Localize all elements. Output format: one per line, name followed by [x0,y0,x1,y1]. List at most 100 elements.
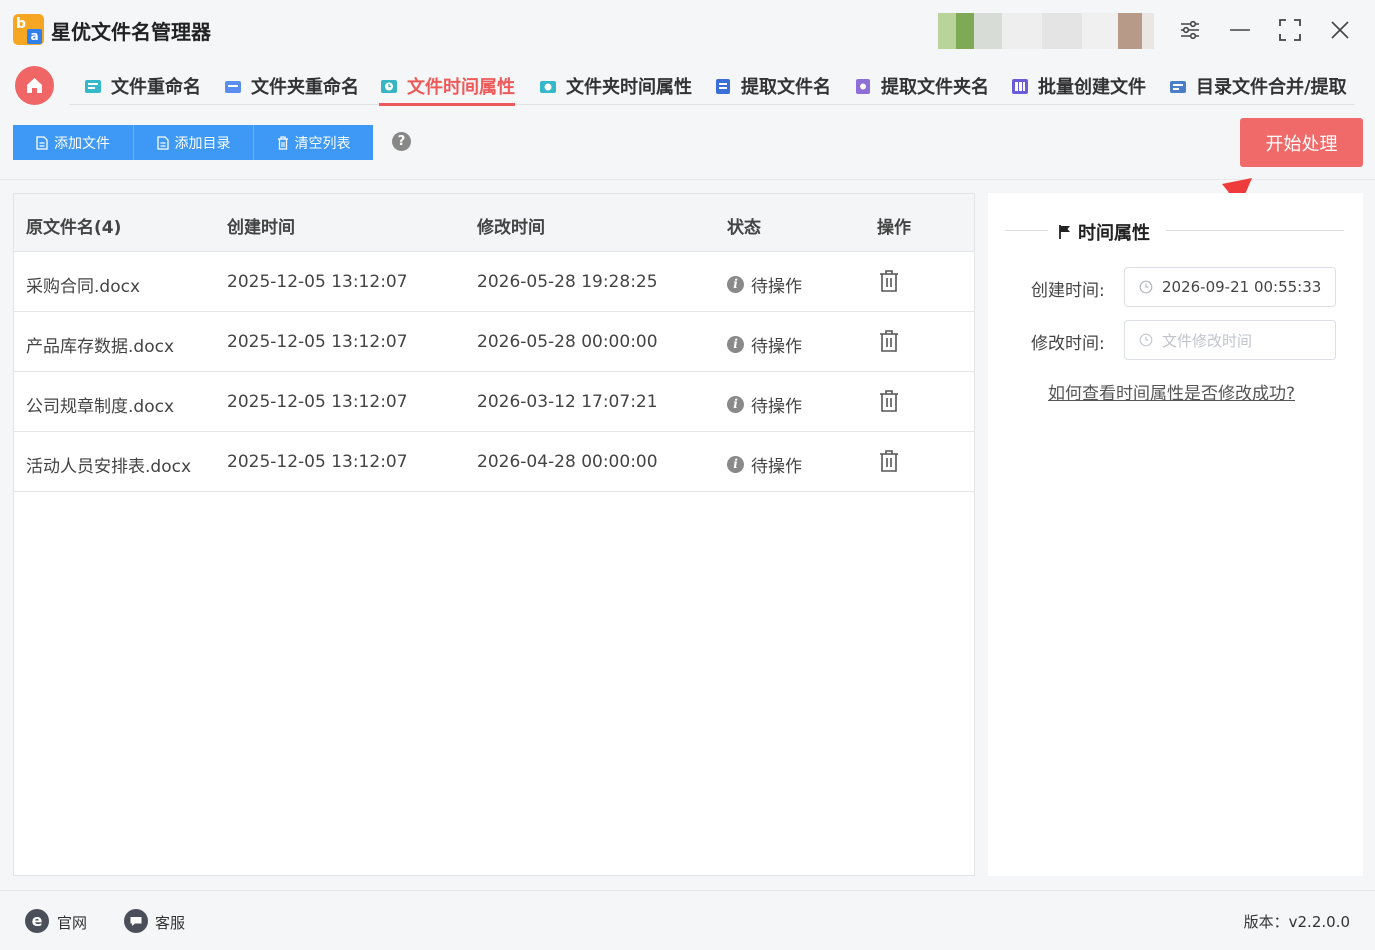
tab-extract-filename[interactable]: 提取文件名 [713,68,831,104]
website-link[interactable]: 官网 [57,912,87,933]
start-process-button[interactable]: 开始处理 [1240,118,1363,167]
modify-time-label: 修改时间: [1031,334,1105,354]
add-file-icon [36,135,48,150]
cell-filename: 产品库存数据.docx [26,337,175,357]
file-button-group: 添加文件 添加目录 清空列表 [13,125,373,160]
tab-label: 提取文件名 [741,77,831,98]
panel-title-text: 时间属性 [1078,223,1150,244]
support-link[interactable]: 客服 [155,912,185,933]
logo-letter-a: a [27,29,42,44]
folder-rename-icon [225,81,241,93]
add-dir-icon [156,135,169,150]
create-time-value: 2026-09-21 00:55:33 [1162,278,1322,296]
cell-filename: 公司规章制度.docx [26,397,175,417]
cell-status: i 待操作 [727,332,802,357]
create-time-input[interactable]: 2026-09-21 00:55:33 [1124,267,1336,307]
file-time-icon [381,80,397,93]
cell-status: i 待操作 [727,272,802,297]
header-modified: 修改时间 [477,218,545,238]
extract-foldername-icon [856,79,870,94]
cell-filename: 活动人员安排表.docx [26,457,192,477]
cell-created: 2025-12-05 13:12:07 [227,452,408,472]
maximize-icon[interactable] [1276,16,1304,44]
cell-modified: 2026-05-28 00:00:00 [477,332,658,352]
extract-filename-icon [716,79,730,94]
add-file-button[interactable]: 添加文件 [13,125,134,160]
cell-created: 2025-12-05 13:12:07 [227,272,408,292]
dir-merge-icon [1170,81,1186,93]
app-title: 星优文件名管理器 [51,20,211,44]
batch-create-icon [1012,79,1028,94]
minimize-icon[interactable] [1226,16,1254,44]
cell-modified: 2026-05-28 19:28:25 [477,272,658,292]
table-header: 原文件名(4) 创建时间 修改时间 状态 操作 [14,194,974,252]
clock-icon [1139,280,1153,294]
footer: e 官网 客服 版本：v2.2.0.0 [0,890,1375,950]
add-dir-button[interactable]: 添加目录 [134,125,254,160]
user-avatar-blurred[interactable] [938,13,1154,49]
home-icon[interactable] [15,66,54,105]
clear-list-label: 清空列表 [294,135,351,152]
panel-title: 时间属性 [1058,219,1150,245]
file-rename-icon [85,80,101,93]
info-icon: i [727,336,744,353]
delete-icon[interactable] [878,269,900,293]
tab-folder-time[interactable]: 文件夹时间属性 [538,68,692,104]
cell-created: 2025-12-05 13:12:07 [227,332,408,352]
header-filename: 原文件名(4) [26,218,122,238]
tab-dir-merge[interactable]: 目录文件合并/提取 [1168,68,1347,104]
delete-icon[interactable] [878,389,900,413]
status-text: 待操作 [751,277,802,297]
clear-list-button[interactable]: 清空列表 [254,125,373,160]
table-row[interactable]: 采购合同.docx 2025-12-05 13:12:07 2026-05-28… [14,252,974,312]
info-icon: i [727,396,744,413]
add-dir-label: 添加目录 [174,135,231,152]
app-logo-icon: b a [13,14,44,45]
help-link[interactable]: 如何查看时间属性是否修改成功? [1048,379,1295,404]
divider [1005,230,1048,231]
add-file-label: 添加文件 [54,135,110,152]
nav-divider [69,104,1355,105]
tab-label: 文件夹时间属性 [566,77,692,98]
modify-time-input[interactable]: 文件修改时间 [1124,320,1336,360]
website-icon[interactable]: e [25,909,49,933]
folder-time-icon [540,81,556,93]
create-time-label: 创建时间: [1031,281,1105,301]
table-row[interactable]: 公司规章制度.docx 2025-12-05 13:12:07 2026-03-… [14,372,974,432]
delete-icon[interactable] [878,329,900,353]
main-nav: 文件重命名 文件夹重命名 文件时间属性 文件夹时间属性 提取文件名 提取文件夹名… [0,60,1375,110]
close-icon[interactable] [1326,16,1354,44]
header-action: 操作 [877,218,911,238]
tab-label: 提取文件夹名 [881,77,989,98]
version-label: 版本：v2.2.0.0 [1243,913,1350,931]
cell-modified: 2026-03-12 17:07:21 [477,392,658,412]
logo-letter-b: b [16,16,27,32]
tab-folder-rename[interactable]: 文件夹重命名 [223,68,359,104]
delete-icon[interactable] [878,449,900,473]
help-icon[interactable]: ? [392,132,411,151]
header-created: 创建时间 [227,218,295,238]
settings-icon[interactable] [1176,16,1204,44]
clock-icon [1139,333,1153,347]
cell-modified: 2026-04-28 00:00:00 [477,452,658,472]
info-icon: i [727,456,744,473]
table-row[interactable]: 产品库存数据.docx 2025-12-05 13:12:07 2026-05-… [14,312,974,372]
tab-file-rename[interactable]: 文件重命名 [83,68,201,104]
header-status: 状态 [727,218,761,238]
clear-list-icon [277,135,288,150]
table-row[interactable]: 活动人员安排表.docx 2025-12-05 13:12:07 2026-04… [14,432,974,492]
time-attribute-panel: 时间属性 创建时间: 2026-09-21 00:55:33 修改时间: 文件修… [988,193,1363,876]
support-icon[interactable] [124,909,148,933]
modify-time-placeholder: 文件修改时间 [1162,331,1253,350]
tab-label: 文件时间属性 [407,77,515,98]
tab-extract-foldername[interactable]: 提取文件夹名 [853,68,989,104]
tab-label: 目录文件合并/提取 [1196,77,1347,98]
tab-batch-create[interactable]: 批量创建文件 [1010,68,1146,104]
status-text: 待操作 [751,337,802,357]
cell-filename: 采购合同.docx [26,277,141,297]
cell-status: i 待操作 [727,452,802,477]
cell-status: i 待操作 [727,392,802,417]
info-icon: i [727,276,744,293]
tab-file-time[interactable]: 文件时间属性 [379,68,515,106]
status-text: 待操作 [751,457,802,477]
